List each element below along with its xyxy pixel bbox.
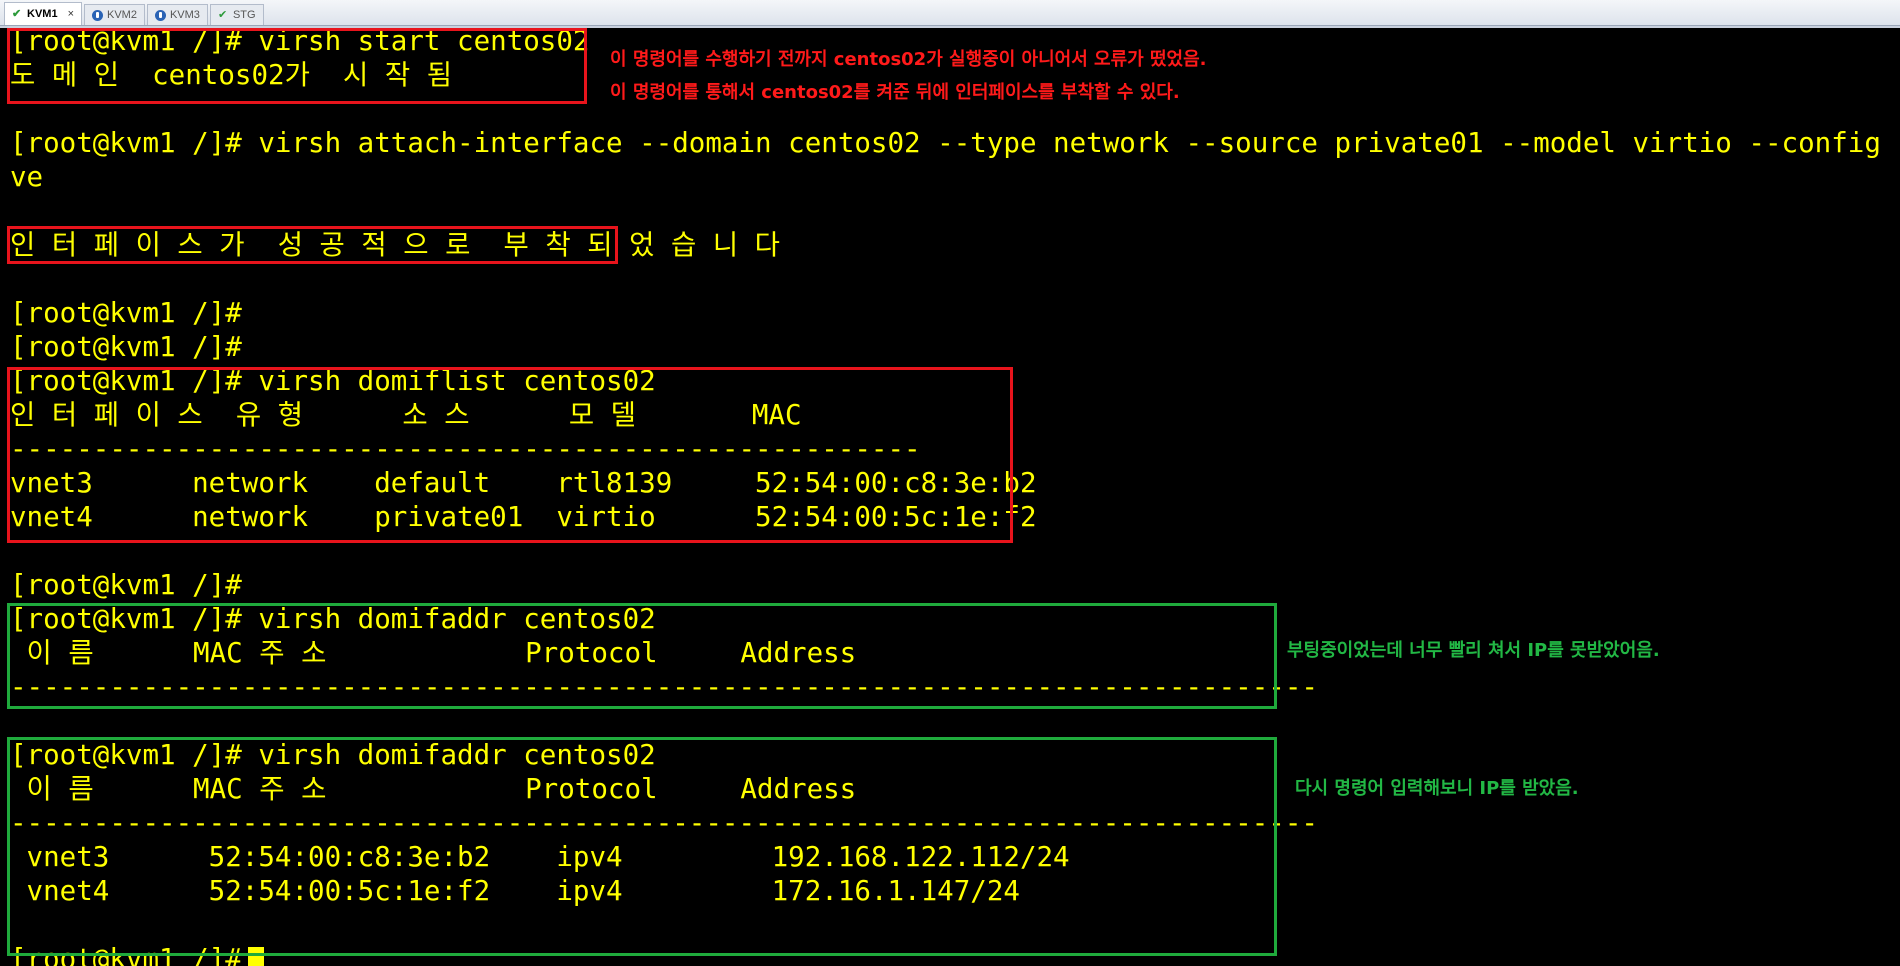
status-icon bbox=[92, 9, 103, 21]
annotation-domifaddr-1: 부팅중이었는데 너무 빨리 쳐서 IP를 못받았어음. bbox=[1287, 640, 1660, 661]
tab-kvm3[interactable]: KVM3 bbox=[146, 4, 208, 25]
annotation-start-1: 이 명령어를 수행하기 전까지 centos02가 실행중이 아니어서 오류가 … bbox=[610, 49, 1207, 70]
highlight-box-domifaddr-1 bbox=[7, 603, 1277, 709]
annotation-start-2: 이 명령어를 통해서 centos02를 켜준 뒤에 인터페이스를 부착할 수 … bbox=[610, 82, 1180, 103]
status-icon bbox=[154, 9, 166, 21]
close-icon[interactable]: × bbox=[68, 8, 74, 20]
highlight-box-domifaddr-2 bbox=[7, 737, 1277, 956]
terminal-line: ve bbox=[10, 161, 44, 193]
tab-label: STG bbox=[232, 9, 256, 21]
terminal-line: [root@kvm1 /]# bbox=[10, 569, 242, 601]
tab-label: KVM2 bbox=[107, 9, 137, 21]
terminal-line: [root@kvm1 /]# virsh attach-interface --… bbox=[10, 127, 1900, 159]
check-icon: ✔ bbox=[217, 8, 228, 21]
highlight-box-attach-success bbox=[7, 226, 618, 264]
tab-label: KVM3 bbox=[169, 9, 200, 21]
terminal-line: [root@kvm1 /]# bbox=[10, 297, 242, 329]
highlight-box-start bbox=[7, 28, 587, 104]
tab-kvm1[interactable]: ✔ KVM1 × bbox=[4, 2, 82, 25]
highlight-box-domiflist bbox=[7, 367, 1013, 543]
terminal-line: [root@kvm1 /]# bbox=[10, 331, 242, 363]
check-icon: ✔ bbox=[12, 7, 22, 20]
tab-label: KVM1 bbox=[27, 8, 58, 20]
tab-kvm2[interactable]: KVM2 bbox=[84, 4, 145, 25]
terminal-screen[interactable]: [root@kvm1 /]# virsh start centos02 도 메 … bbox=[0, 28, 1900, 966]
tab-stg[interactable]: ✔ STG bbox=[209, 4, 264, 25]
session-tab-bar: ✔ KVM1 × KVM2 KVM3 ✔ STG bbox=[0, 0, 1900, 26]
annotation-domifaddr-2: 다시 명령어 입력해보니 IP를 받았음. bbox=[1295, 778, 1579, 799]
